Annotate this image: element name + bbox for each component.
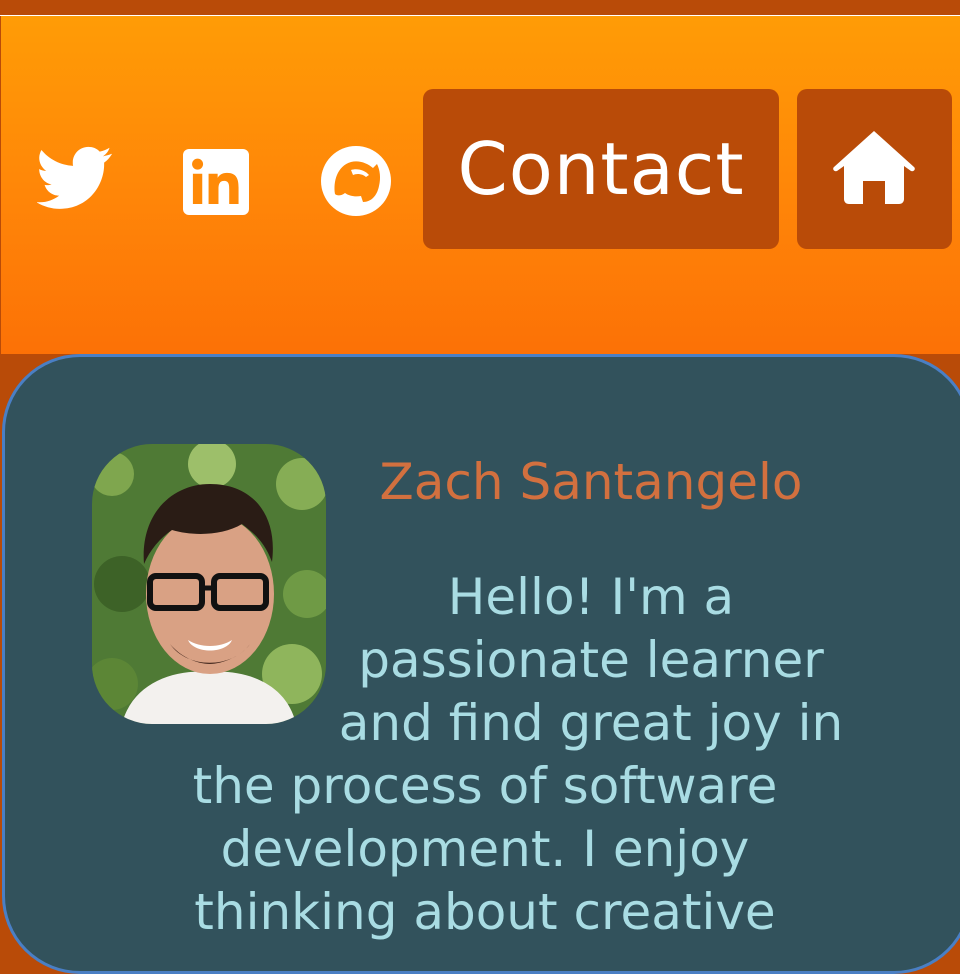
- top-strip: [0, 0, 960, 16]
- bio-line: passionate learner: [358, 631, 824, 689]
- contact-button-label: Contact: [457, 127, 745, 211]
- linkedin-icon-svg: [183, 149, 249, 215]
- bio-line: the process of software: [192, 757, 778, 815]
- profile-bio: Hello! I'm a passionate learner and find…: [140, 566, 900, 944]
- home-button[interactable]: [797, 89, 952, 249]
- bio-line: and find great joy in: [338, 694, 844, 752]
- twitter-icon-svg: [37, 146, 112, 209]
- circle-logo-icon[interactable]: [319, 144, 393, 218]
- profile-name: Zach Santangelo: [379, 453, 803, 511]
- contact-button[interactable]: Contact: [423, 89, 779, 249]
- twitter-icon[interactable]: [37, 137, 113, 213]
- linkedin-icon[interactable]: [183, 149, 249, 215]
- bio-line: Hello! I'm a: [447, 568, 735, 626]
- bio-line: thinking about creative: [194, 883, 776, 941]
- circle-logo-svg: [321, 146, 391, 216]
- home-icon: [833, 131, 915, 204]
- bio-line: development. I enjoy: [220, 820, 750, 878]
- header-bar: Contact: [0, 16, 960, 354]
